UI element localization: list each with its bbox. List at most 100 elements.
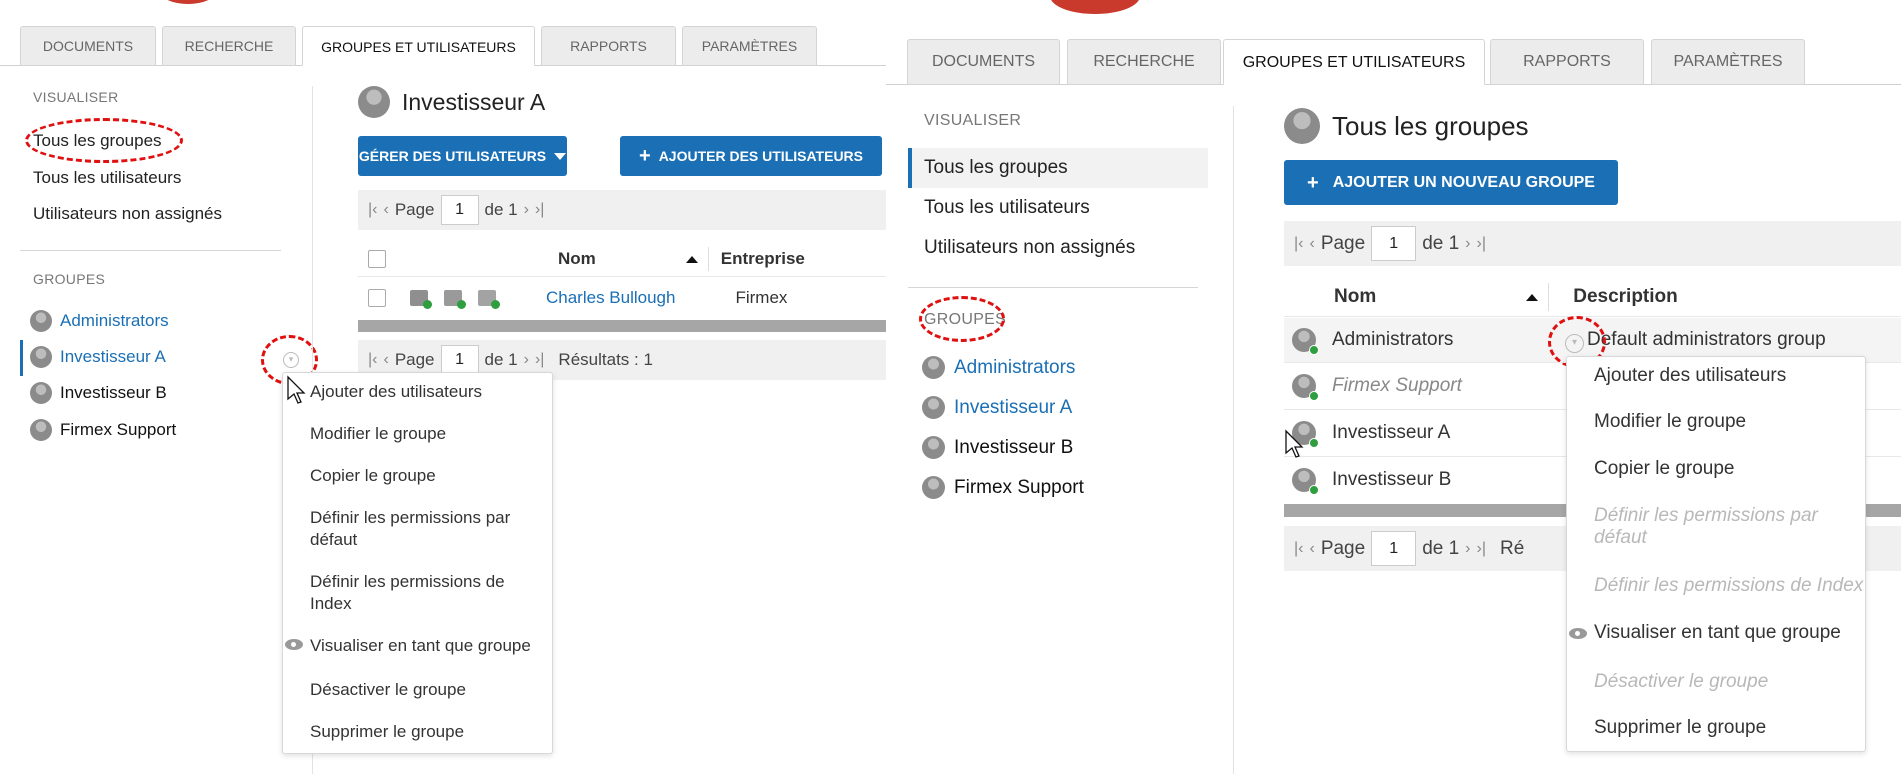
menu-default-permissions: Définir les permissions par défaut [1594, 505, 1818, 548]
col-nom[interactable]: Nom [1334, 286, 1376, 308]
right-screenshot-panel: DOCUMENTS RECHERCHE GROUPES ET UTILISATE… [886, 0, 1901, 774]
tab-groupes-utilisateurs[interactable]: GROUPES ET UTILISATEURS [1223, 39, 1485, 85]
row-separator [1284, 316, 1901, 317]
mouse-cursor-icon [287, 375, 306, 404]
prev-page-icon[interactable]: ‹ [383, 351, 388, 369]
first-page-icon[interactable]: |‹ [1294, 540, 1303, 558]
menu-default-permissions[interactable]: Définir les permissions par défaut [283, 507, 552, 551]
add-users-button[interactable]: + AJOUTER DES UTILISATEURS [620, 136, 882, 176]
sidebar-group-investisseur-b[interactable]: Investisseur B [30, 382, 167, 404]
group-name[interactable]: Firmex Support [1332, 375, 1462, 397]
pager: |‹ ‹ Page 1 de 1 › ›| [358, 190, 886, 230]
first-page-icon[interactable]: |‹ [368, 201, 377, 219]
plus-icon: + [639, 145, 651, 167]
menu-copy-group[interactable]: Copier le groupe [1567, 458, 1865, 480]
manage-users-button[interactable]: GÉRER DES UTILISATEURS [358, 136, 567, 176]
tab-groupes-utilisateurs[interactable]: GROUPES ET UTILISATEURS [302, 26, 535, 66]
user-name-link[interactable]: Charles Bullough [546, 288, 675, 308]
sidebar-divider [20, 250, 281, 251]
page-input[interactable]: 1 [1371, 531, 1417, 566]
group-name[interactable]: Administrators [1332, 329, 1547, 351]
menu-edit-group[interactable]: Modifier le groupe [1567, 411, 1865, 433]
last-page-icon[interactable]: ›| [1477, 235, 1486, 253]
page-input[interactable]: 1 [440, 345, 479, 375]
first-page-icon[interactable]: |‹ [1294, 235, 1303, 253]
menu-index-permissions[interactable]: Définir les permissions de Index [283, 571, 552, 615]
main-tabs: DOCUMENTS RECHERCHE GROUPES ET UTILISATE… [886, 0, 1901, 85]
visualiser-label: VISUALISER [924, 112, 1022, 129]
first-page-icon[interactable]: |‹ [368, 351, 377, 369]
col-nom[interactable]: Nom [558, 249, 596, 269]
sidebar-group-firmex-support[interactable]: Firmex Support [922, 476, 1084, 499]
avatar [30, 382, 52, 404]
tab-parametres[interactable]: PARAMÈTRES [1651, 39, 1805, 85]
col-description[interactable]: Description [1573, 286, 1678, 308]
prev-page-icon[interactable]: ‹ [383, 201, 388, 219]
group-name[interactable]: Investisseur B [1332, 469, 1451, 491]
page-input[interactable]: 1 [1371, 226, 1417, 261]
tab-rapports[interactable]: RAPPORTS [1490, 39, 1644, 85]
nav-all-users[interactable]: Tous les utilisateurs [33, 168, 181, 188]
group-name[interactable]: Investisseur A [1332, 422, 1450, 444]
row-checkbox[interactable] [368, 289, 386, 307]
sidebar-group-investisseur-a[interactable]: Investisseur A [922, 396, 1072, 419]
visualiser-label: VISUALISER [33, 89, 119, 105]
last-page-icon[interactable]: ›| [535, 201, 544, 219]
row-separator [358, 276, 886, 277]
plus-icon: + [1307, 171, 1319, 194]
menu-view-as-group[interactable]: Visualiser en tant que groupe [1567, 622, 1865, 644]
menu-edit-group[interactable]: Modifier le groupe [283, 423, 552, 445]
menu-delete-group[interactable]: Supprimer le groupe [283, 721, 552, 743]
sidebar-separator [1233, 106, 1234, 774]
tab-rapports[interactable]: RAPPORTS [541, 26, 676, 66]
menu-add-users[interactable]: Ajouter des utilisateurs [283, 381, 552, 403]
group-avatar [1292, 328, 1319, 355]
group-description: Default administrators group [1587, 329, 1826, 350]
groupes-label: GROUPES [33, 271, 106, 287]
select-all-checkbox[interactable] [368, 250, 386, 268]
sidebar-group-firmex-support[interactable]: Firmex Support [30, 419, 176, 441]
menu-disable-group: Désactiver le groupe [1594, 671, 1769, 692]
results-count: Ré [1499, 537, 1525, 559]
sidebar-group-administrators[interactable]: Administrators [922, 356, 1075, 379]
nav-all-groups[interactable]: Tous les groupes [924, 157, 1068, 179]
nav-unassigned-users[interactable]: Utilisateurs non assignés [33, 204, 222, 224]
avatar [30, 346, 52, 368]
menu-disable-group[interactable]: Désactiver le groupe [283, 679, 552, 701]
nav-unassigned-users[interactable]: Utilisateurs non assignés [924, 237, 1135, 259]
nav-all-users[interactable]: Tous les utilisateurs [924, 197, 1090, 219]
table-row[interactable]: Charles Bullough Firmex [358, 282, 886, 314]
tab-recherche[interactable]: RECHERCHE [1067, 39, 1221, 85]
tab-recherche[interactable]: RECHERCHE [162, 26, 296, 66]
last-page-icon[interactable]: ›| [535, 351, 544, 369]
menu-view-as-group[interactable]: Visualiser en tant que groupe [283, 635, 552, 657]
sidebar-group-investisseur-a[interactable]: Investisseur A [30, 346, 166, 368]
tab-documents[interactable]: DOCUMENTS [907, 39, 1060, 85]
user-company: Firmex [735, 288, 788, 307]
sort-asc-icon [685, 255, 698, 263]
page-input[interactable]: 1 [440, 195, 479, 225]
prev-page-icon[interactable]: ‹ [1309, 540, 1314, 558]
col-entreprise[interactable]: Entreprise [721, 249, 805, 269]
prev-page-icon[interactable]: ‹ [1309, 235, 1314, 253]
sort-asc-icon [1526, 293, 1539, 301]
next-page-icon[interactable]: › [1465, 235, 1470, 253]
group-avatar [1292, 374, 1319, 401]
menu-copy-group[interactable]: Copier le groupe [283, 465, 552, 487]
avatar [30, 310, 52, 332]
last-page-icon[interactable]: ›| [1477, 540, 1486, 558]
menu-delete-group[interactable]: Supprimer le groupe [1567, 717, 1865, 739]
next-page-icon[interactable]: › [524, 201, 529, 219]
next-page-icon[interactable]: › [524, 351, 529, 369]
sidebar-group-administrators[interactable]: Administrators [30, 310, 169, 332]
horizontal-scrollbar[interactable] [358, 320, 886, 332]
tab-documents[interactable]: DOCUMENTS [20, 26, 156, 66]
calendar-icon [478, 290, 500, 309]
next-page-icon[interactable]: › [1465, 540, 1470, 558]
tab-parametres[interactable]: PARAMÈTRES [682, 26, 817, 66]
sidebar-group-investisseur-b[interactable]: Investisseur B [922, 436, 1073, 459]
menu-add-users[interactable]: Ajouter des utilisateurs [1567, 365, 1865, 387]
avatar [922, 396, 945, 419]
add-new-group-button[interactable]: + AJOUTER UN NOUVEAU GROUPE [1284, 160, 1618, 205]
avatar [30, 419, 52, 441]
